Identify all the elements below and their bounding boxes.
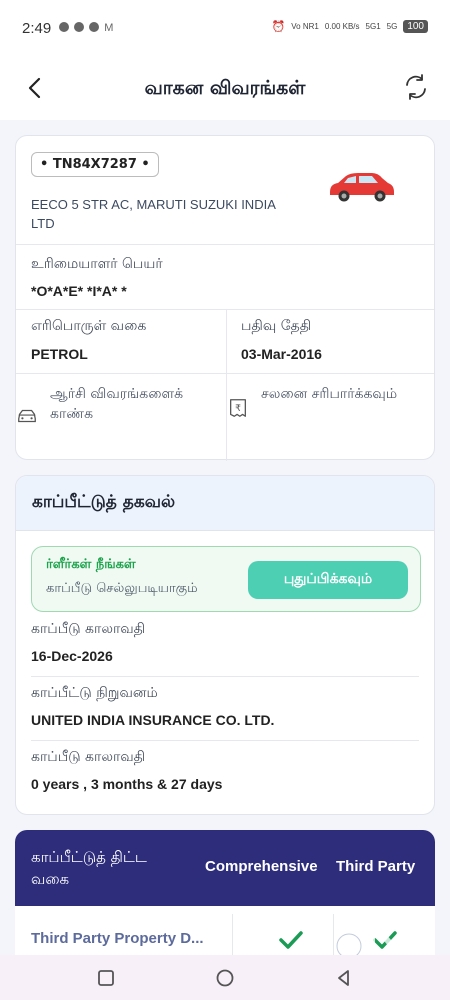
sim1-signal: 5G1 <box>365 22 381 31</box>
back-nav-icon[interactable] <box>334 968 354 988</box>
remaining-label: காப்பீடு காலாவதி <box>31 749 146 765</box>
system-nav-bar <box>0 955 450 1000</box>
check-icon <box>279 931 303 949</box>
refresh-icon[interactable] <box>402 73 430 101</box>
car-outline-icon <box>18 409 36 423</box>
chat-icon <box>59 22 70 32</box>
divider <box>16 244 434 245</box>
page-title: வாகன விவரங்கள் <box>144 76 306 99</box>
car-icon <box>330 173 394 202</box>
receipt-rupee-icon: ₹ <box>230 399 246 417</box>
battery-indicator: 100 <box>403 20 428 33</box>
alarm-icon: ⏰ <box>271 21 286 33</box>
registration-plate: • TN84X7287 • <box>31 152 159 177</box>
sim2-signal: 5G <box>386 22 398 31</box>
status-bar: 2:49 M ⏰ Vo NR1 0.00 KB/s 5G1 5G 100 <box>0 0 450 58</box>
rc-details-action[interactable]: ஆர்சி விவரங்களைக் காண்க <box>16 374 226 460</box>
rc-details-label: ஆர்சி விவரங்களைக் காண்க <box>50 386 184 422</box>
comprehensive-column-header: Comprehensive <box>205 858 318 875</box>
fuel-label: எரிபொருள் வகை <box>31 318 147 334</box>
vehicle-model: EECO 5 STR AC, MARUTI SUZUKI INDIA LTD <box>31 197 276 231</box>
registration-date-value: 03-Mar-2016 <box>241 346 322 362</box>
insurer-label: காப்பீட்டு நிறுவனம் <box>31 685 158 701</box>
notification-icons: M <box>59 22 113 34</box>
plan-type-header: காப்பீட்டுத் திட்ட வகை <box>31 848 147 888</box>
divider <box>31 740 419 741</box>
plan-table-header: காப்பீட்டுத் திட்ட வகை Comprehensive Thi… <box>15 830 435 906</box>
insurance-header: காப்பீட்டுத் தகவல் <box>16 476 434 531</box>
sync-icon <box>89 22 100 32</box>
coverage-label: Third Party Property D... <box>31 930 204 947</box>
speed-text: 0.00 KB/s <box>324 22 360 31</box>
chevron-left-icon[interactable] <box>24 76 48 100</box>
renew-banner: ர்ளீர்கள் நீங்கள் காப்பீடு செல்லுபடியாகு… <box>31 546 421 612</box>
mail-icon: M <box>104 22 114 34</box>
challan-check-label: சலனை சரிபார்க்கவும் <box>261 386 398 402</box>
owner-label: உரிமையாளர் பெயர் <box>31 256 163 272</box>
fuel-value: PETROL <box>31 346 88 362</box>
insurer-value: UNITED INDIA INSURANCE CO. LTD. <box>31 712 275 728</box>
expiry-value: 16-Dec-2026 <box>31 648 113 664</box>
challan-check-action[interactable]: ₹ சலனை சரிபார்க்கவும் <box>227 374 435 460</box>
recent-apps-icon[interactable] <box>96 968 116 988</box>
registration-date-label: பதிவு தேதி <box>241 318 312 334</box>
home-icon[interactable] <box>215 968 235 988</box>
renew-button[interactable]: புதுப்பிக்கவும் <box>248 561 408 599</box>
vehicle-card: • TN84X7287 • EECO 5 STR AC, MARUTI SUZU… <box>15 135 435 461</box>
app-bar: வாகன விவரங்கள் <box>0 58 450 120</box>
third-party-column-header: Third Party <box>336 858 416 875</box>
app-icon <box>74 22 85 32</box>
banner-subtext: காப்பீடு செல்லுபடியாகும் <box>46 581 198 596</box>
expiry-label: காப்பீடு காலாவதி <box>31 621 146 637</box>
status-right: ⏰ Vo NR1 0.00 KB/s 5G1 5G 100 <box>272 20 428 33</box>
network-text: Vo NR1 <box>291 22 319 31</box>
owner-value: *O*A*E* *I*A* * <box>31 283 127 299</box>
vertical-divider <box>226 310 227 373</box>
svg-text:₹: ₹ <box>235 403 241 414</box>
remaining-value: 0 years , 3 months & 27 days <box>31 776 223 792</box>
divider <box>16 309 434 310</box>
banner-headline: ர்ளீர்கள் நீங்கள் <box>46 557 136 572</box>
divider <box>31 676 419 677</box>
insurance-card: காப்பீட்டுத் தகவல் ர்ளீர்கள் நீங்கள் காப… <box>15 475 435 815</box>
status-time: 2:49 <box>22 20 52 37</box>
